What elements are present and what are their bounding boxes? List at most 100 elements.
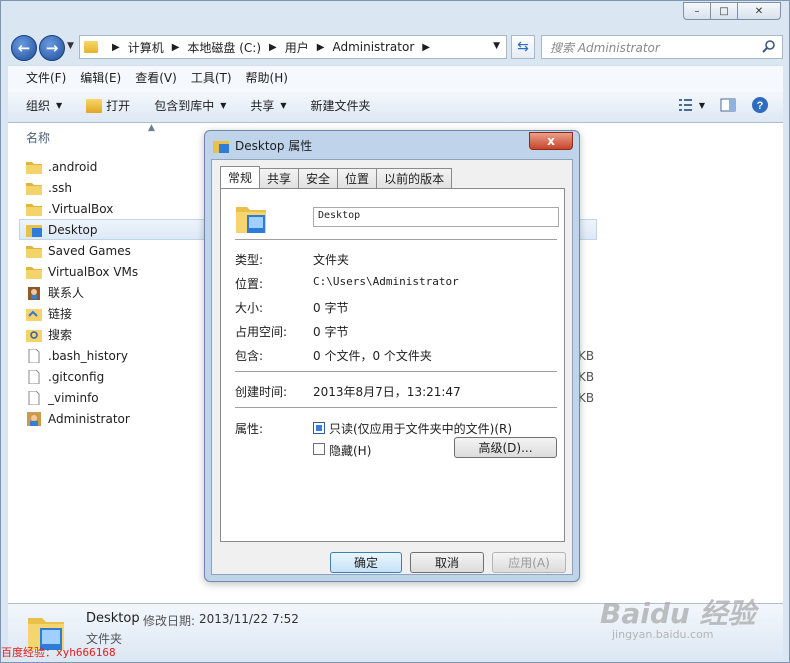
search-icon[interactable] bbox=[762, 39, 776, 53]
modified-date-value: 2013/11/22 7:52 bbox=[199, 612, 299, 626]
view-dropdown-icon[interactable]: ▼ bbox=[699, 101, 705, 110]
list-item-size: KB bbox=[578, 369, 595, 384]
tab-security[interactable]: 安全 bbox=[298, 168, 339, 188]
tab-previous-versions[interactable]: 以前的版本 bbox=[376, 168, 453, 188]
dialog-close-button[interactable]: x bbox=[529, 132, 573, 150]
title-bar: – □ ✕ bbox=[1, 1, 789, 29]
close-button[interactable]: ✕ bbox=[737, 2, 781, 20]
list-item-size: KB bbox=[578, 390, 595, 405]
size-on-disk-label: 占用空间: bbox=[235, 325, 288, 339]
search-placeholder: 搜索 Administrator bbox=[550, 40, 660, 55]
view-options-icon[interactable] bbox=[677, 96, 695, 114]
menu-tools[interactable]: 工具(T) bbox=[191, 69, 232, 86]
breadcrumb-computer[interactable]: 计算机 bbox=[128, 39, 164, 56]
navigation-bar: ← → ▼ ▶ 计算机 ▶ 本地磁盘 (C:) ▶ 用户 ▶ Administr… bbox=[1, 29, 789, 65]
created-value: 2013年8月7日，13:21:47 bbox=[313, 385, 461, 399]
dialog-title: Desktop 属性 bbox=[235, 139, 313, 153]
back-arrow-icon: ← bbox=[17, 39, 31, 57]
minimize-button[interactable]: – bbox=[683, 2, 711, 20]
chevron-down-icon: ▼ bbox=[220, 101, 227, 110]
folder-name-field[interactable]: Desktop bbox=[313, 207, 559, 227]
links-icon bbox=[26, 307, 42, 321]
organize-button[interactable]: 组织 ▼ bbox=[26, 97, 62, 114]
list-item-size: KB bbox=[578, 348, 595, 363]
address-dropdown-icon[interactable]: ▼ bbox=[493, 41, 500, 51]
refresh-button[interactable]: ⇆ bbox=[511, 35, 535, 59]
readonly-label[interactable]: 只读(仅应用于文件夹中的文件)(R) bbox=[329, 420, 512, 437]
menu-help[interactable]: 帮助(H) bbox=[246, 69, 288, 86]
help-icon[interactable]: ? bbox=[751, 96, 769, 114]
contacts-icon bbox=[26, 286, 42, 300]
tab-general[interactable]: 常规 bbox=[220, 166, 261, 188]
location-value: C:\Users\Administrator bbox=[313, 275, 459, 288]
folder-icon bbox=[26, 160, 42, 174]
shortcut-icon bbox=[26, 411, 42, 426]
list-item-name: .bash_history bbox=[48, 348, 128, 363]
folder-icon bbox=[26, 265, 42, 279]
dialog-tabs: 常规 共享 安全 位置 以前的版本 bbox=[220, 166, 453, 188]
menu-bar: 文件(F) 编辑(E) 查看(V) 工具(T) 帮助(H) bbox=[8, 65, 783, 89]
tab-sharing[interactable]: 共享 bbox=[259, 168, 300, 188]
menu-file[interactable]: 文件(F) bbox=[26, 69, 66, 86]
size-on-disk-value: 0 字节 bbox=[313, 325, 349, 339]
breadcrumb-local-disk[interactable]: 本地磁盘 (C:) bbox=[187, 39, 261, 56]
author-credit: 百度经验：xyh666168 bbox=[1, 646, 116, 659]
list-item-name: _viminfo bbox=[48, 390, 99, 405]
file-icon bbox=[26, 348, 42, 363]
size-value: 0 字节 bbox=[313, 301, 349, 315]
chevron-right-icon[interactable]: ▶ bbox=[269, 42, 277, 53]
search-input[interactable]: 搜索 Administrator bbox=[541, 35, 783, 59]
chevron-right-icon[interactable]: ▶ bbox=[422, 42, 430, 53]
command-bar: 组织 ▼ 打开 包含到库中 ▼ 共享 ▼ 新建文件夹 ▼ ? bbox=[8, 89, 783, 123]
created-label: 创建时间: bbox=[235, 385, 288, 399]
preview-pane-icon[interactable] bbox=[719, 96, 737, 114]
breadcrumb-users[interactable]: 用户 bbox=[285, 39, 309, 56]
recent-pages-dropdown[interactable]: ▼ bbox=[67, 41, 74, 51]
ok-button[interactable]: 确定 bbox=[330, 552, 402, 573]
list-item-name: 联系人 bbox=[48, 286, 85, 300]
organize-label: 组织 bbox=[26, 99, 51, 113]
desktop-folder-icon bbox=[236, 207, 266, 233]
refresh-icon: ⇆ bbox=[517, 39, 529, 55]
new-folder-button[interactable]: 新建文件夹 bbox=[311, 97, 371, 114]
list-item-name: .android bbox=[48, 159, 98, 174]
menu-edit[interactable]: 编辑(E) bbox=[80, 69, 121, 86]
column-header-name[interactable]: 名称 bbox=[26, 129, 50, 146]
file-icon bbox=[26, 390, 42, 405]
dialog-title-bar: Desktop 属性 bbox=[213, 137, 312, 154]
list-item-name: Desktop bbox=[48, 222, 98, 237]
tab-location[interactable]: 位置 bbox=[337, 168, 378, 188]
open-button[interactable]: 打开 bbox=[86, 97, 130, 114]
back-button[interactable]: ← bbox=[11, 35, 37, 61]
list-item-name: .VirtualBox bbox=[48, 201, 114, 216]
breadcrumb-administrator[interactable]: Administrator bbox=[332, 40, 414, 54]
menu-view[interactable]: 查看(V) bbox=[135, 69, 177, 86]
sort-ascending-icon: ▲ bbox=[148, 123, 155, 133]
forward-button[interactable]: → bbox=[39, 35, 65, 61]
cancel-button[interactable]: 取消 bbox=[410, 552, 484, 573]
chevron-right-icon[interactable]: ▶ bbox=[172, 42, 180, 53]
address-bar[interactable]: ▶ 计算机 ▶ 本地磁盘 (C:) ▶ 用户 ▶ Administrator ▶… bbox=[79, 35, 507, 59]
desktop-folder-icon bbox=[213, 140, 229, 153]
readonly-checkbox[interactable] bbox=[313, 422, 325, 434]
size-label: 大小: bbox=[235, 301, 264, 315]
chevron-right-icon[interactable]: ▶ bbox=[317, 42, 325, 53]
window-controls: – □ ✕ bbox=[683, 2, 781, 20]
maximize-button[interactable]: □ bbox=[710, 2, 738, 20]
dialog-body: 常规 共享 安全 位置 以前的版本 Desktop 类型: 文件夹 位置: C:… bbox=[211, 159, 573, 575]
share-button[interactable]: 共享 ▼ bbox=[250, 97, 286, 114]
hidden-checkbox[interactable] bbox=[313, 443, 325, 455]
contains-label: 包含: bbox=[235, 349, 264, 363]
attributes-label: 属性: bbox=[235, 422, 264, 436]
baidu-watermark-logo: Baidu 经验 bbox=[600, 597, 756, 630]
apply-button[interactable]: 应用(A) bbox=[492, 552, 566, 573]
hidden-label[interactable]: 隐藏(H) bbox=[329, 442, 371, 459]
list-item-name: 链接 bbox=[48, 307, 73, 321]
advanced-button[interactable]: 高级(D)... bbox=[454, 437, 557, 458]
modified-date-label: 修改日期: bbox=[143, 614, 196, 628]
open-label: 打开 bbox=[106, 99, 131, 113]
include-library-button[interactable]: 包含到库中 ▼ bbox=[154, 97, 226, 114]
forward-arrow-icon: → bbox=[45, 39, 59, 57]
svg-text:?: ? bbox=[757, 100, 764, 112]
folder-icon bbox=[84, 41, 98, 53]
